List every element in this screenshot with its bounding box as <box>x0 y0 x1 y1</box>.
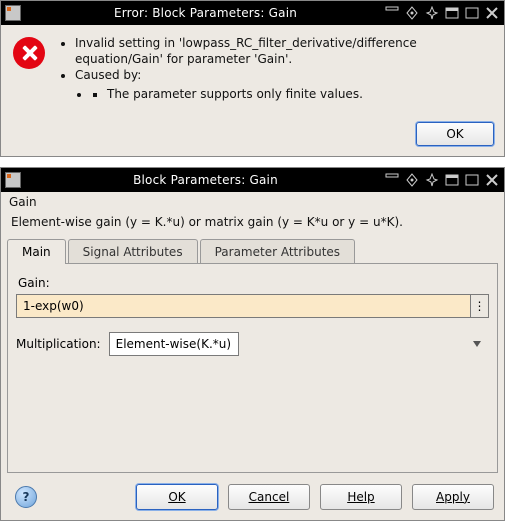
window-buttons <box>384 5 500 21</box>
multiplication-row: Multiplication: Element-wise(K.*u) <box>16 332 489 356</box>
help-button[interactable]: Help <box>320 484 402 510</box>
gain-input-wrap: ⋮ <box>16 294 489 318</box>
ok-button[interactable]: OK <box>136 484 218 510</box>
app-icon <box>5 172 21 188</box>
error-dialog: Error: Block Parameters: Gain Invalid se… <box>0 0 505 157</box>
multiplication-label: Multiplication: <box>16 337 101 351</box>
error-icon <box>13 37 45 69</box>
error-message: Invalid setting in 'lowpass_RC_filter_de… <box>61 35 492 102</box>
restore-icon[interactable] <box>464 172 480 188</box>
maximize-icon[interactable] <box>404 172 420 188</box>
pin-icon[interactable] <box>424 5 440 21</box>
gain-input[interactable] <box>16 294 471 318</box>
help-icon[interactable]: ? <box>15 486 37 508</box>
error-title: Error: Block Parameters: Gain <box>27 6 384 20</box>
window-gap <box>0 157 505 167</box>
cancel-button[interactable]: Cancel <box>228 484 310 510</box>
error-titlebar: Error: Block Parameters: Gain <box>1 1 504 25</box>
error-ok-button[interactable]: OK <box>416 122 494 146</box>
pin-icon[interactable] <box>424 172 440 188</box>
shade-icon[interactable] <box>384 5 400 21</box>
tabs: Main Signal Attributes Parameter Attribu… <box>1 239 504 264</box>
window-buttons <box>384 172 500 188</box>
tab-main[interactable]: Main <box>7 239 66 264</box>
error-cause-detail: The parameter supports only finite value… <box>107 86 492 102</box>
gain-more-button[interactable]: ⋮ <box>471 294 489 318</box>
restore-icon[interactable] <box>464 5 480 21</box>
close-icon[interactable] <box>484 172 500 188</box>
block-params-dialog: Block Parameters: Gain Gain Element-wise… <box>0 167 505 521</box>
error-actions: OK <box>1 116 504 156</box>
error-caused-by: Caused by: <box>75 68 141 82</box>
minimize-icon[interactable] <box>444 172 460 188</box>
block-params-titlebar: Block Parameters: Gain <box>1 168 504 192</box>
multiplication-select-wrap: Element-wise(K.*u) <box>109 332 489 356</box>
block-params-title: Block Parameters: Gain <box>27 173 384 187</box>
close-icon[interactable] <box>484 5 500 21</box>
minimize-icon[interactable] <box>444 5 460 21</box>
error-text-main: Invalid setting in 'lowpass_RC_filter_de… <box>75 35 492 67</box>
dialog-buttons: ? OK Cancel Help Apply <box>1 474 504 520</box>
gain-label: Gain: <box>18 276 489 290</box>
multiplication-select[interactable]: Element-wise(K.*u) <box>109 332 239 356</box>
block-description: Element-wise gain (y = K.*u) or matrix g… <box>1 211 504 239</box>
tab-parameter-attributes[interactable]: Parameter Attributes <box>200 239 355 264</box>
vertical-ellipsis-icon: ⋮ <box>474 299 486 313</box>
apply-button[interactable]: Apply <box>412 484 494 510</box>
maximize-icon[interactable] <box>404 5 420 21</box>
shade-icon[interactable] <box>384 172 400 188</box>
tab-panel-main: Gain: ⋮ Multiplication: Element-wise(K.*… <box>7 263 498 473</box>
app-icon <box>5 5 21 21</box>
tab-signal-attributes[interactable]: Signal Attributes <box>68 239 198 264</box>
block-name: Gain <box>1 192 504 211</box>
block-params-body: Gain Element-wise gain (y = K.*u) or mat… <box>1 192 504 520</box>
error-body: Invalid setting in 'lowpass_RC_filter_de… <box>1 25 504 116</box>
